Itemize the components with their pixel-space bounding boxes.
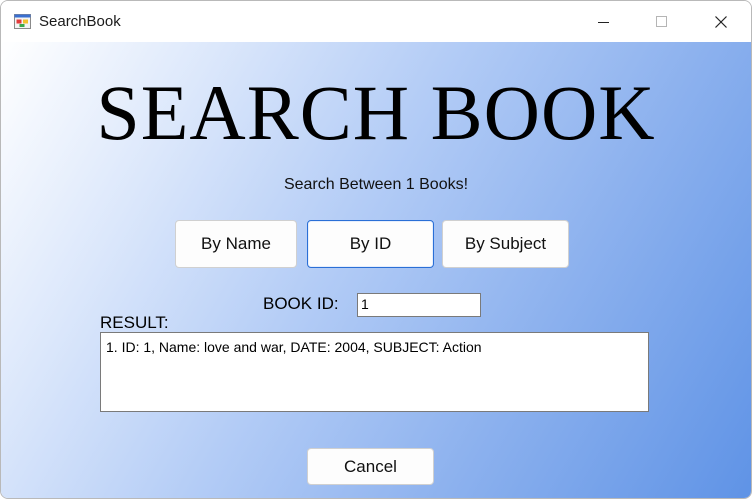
maximize-icon [656, 16, 667, 27]
by-subject-button[interactable]: By Subject [442, 220, 569, 268]
title-bar[interactable]: SearchBook [1, 1, 751, 42]
book-id-label: BOOK ID: [263, 294, 339, 313]
search-book-window: SearchBook SEARCH BOOK Search Between 1 … [0, 0, 752, 499]
result-label: RESULT: [100, 313, 169, 332]
book-id-input[interactable]: 1 [357, 293, 481, 317]
app-window-icon [14, 14, 31, 29]
window-title: SearchBook [39, 13, 121, 30]
result-textbox[interactable]: 1. ID: 1, Name: love and war, DATE: 2004… [100, 332, 649, 412]
search-count-label: Search Between 1 Books! [283, 176, 469, 193]
page-title: SEARCH BOOK [96, 69, 656, 156]
minimize-icon [598, 22, 609, 23]
by-id-button[interactable]: By ID [307, 220, 434, 268]
by-name-button[interactable]: By Name [175, 220, 297, 268]
close-button[interactable] [693, 1, 751, 42]
maximize-button[interactable] [634, 1, 692, 42]
close-icon [715, 16, 727, 28]
form-client-area: SEARCH BOOK Search Between 1 Books! By N… [1, 42, 751, 498]
cancel-button[interactable]: Cancel [307, 448, 434, 485]
minimize-button[interactable] [576, 1, 634, 42]
